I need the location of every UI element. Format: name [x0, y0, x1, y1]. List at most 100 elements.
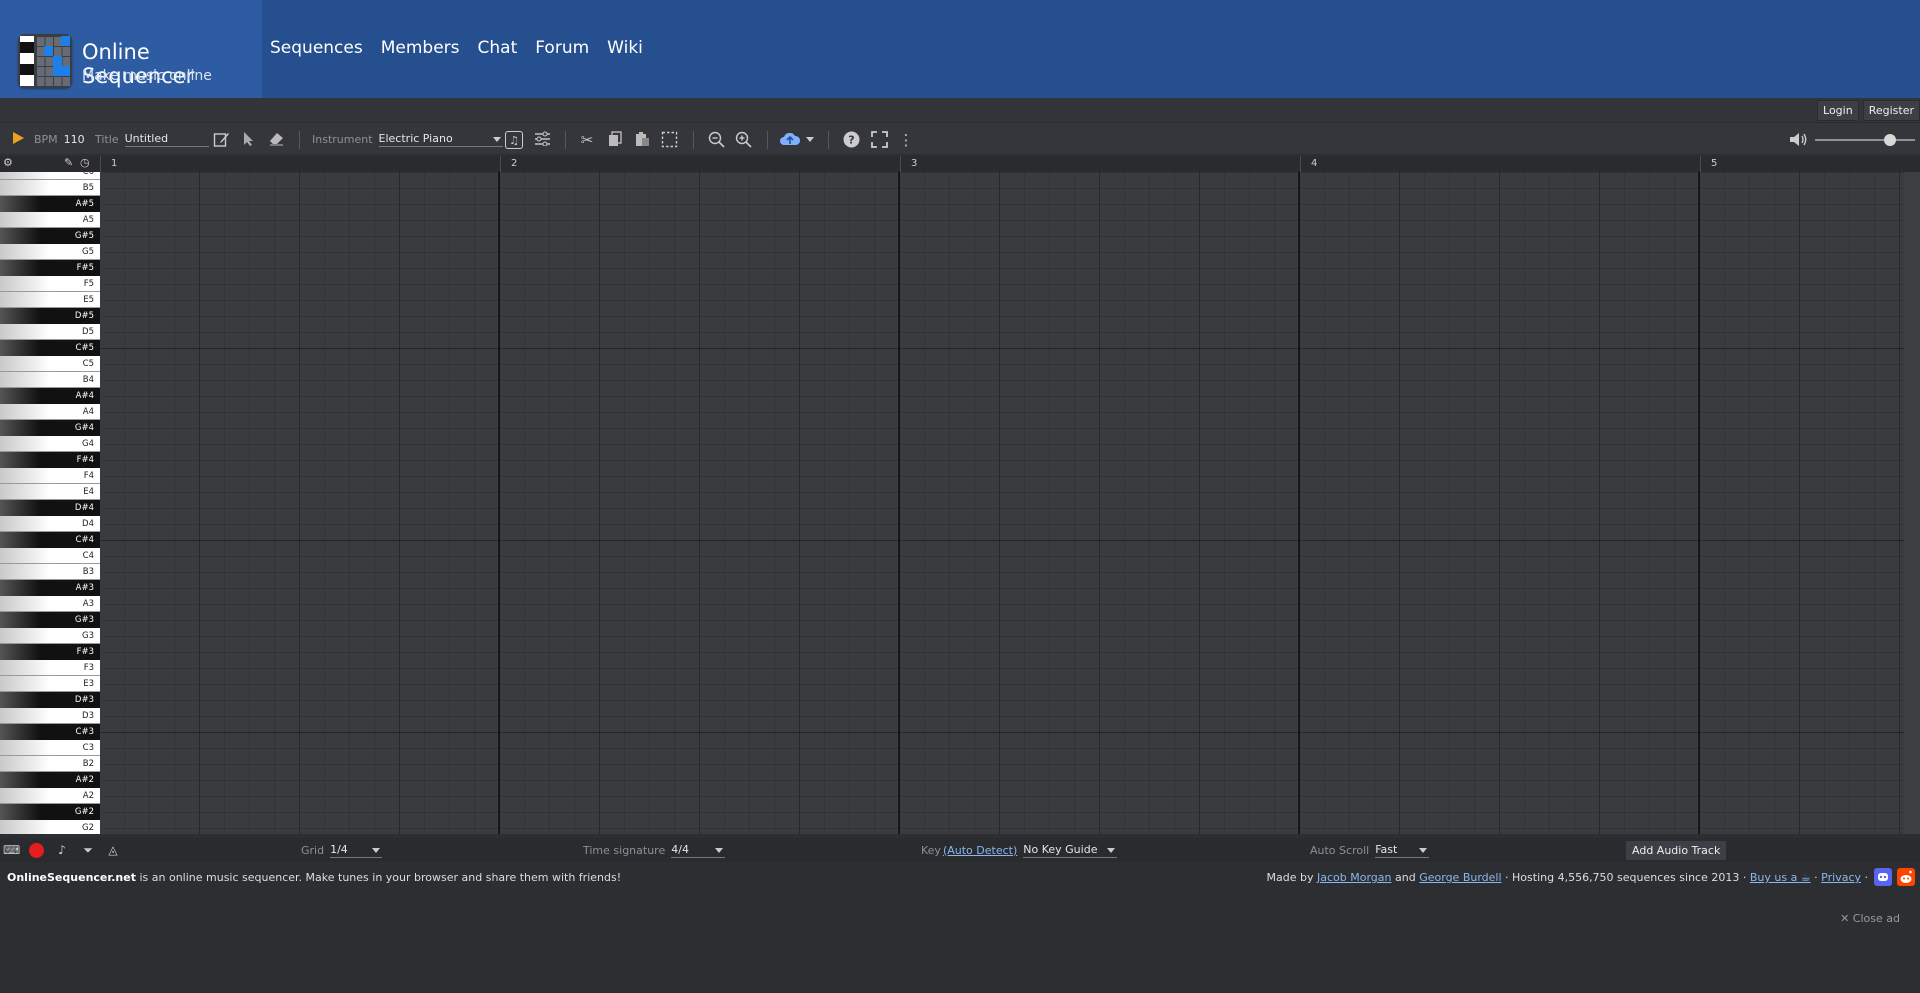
clock-icon[interactable]: ◷	[80, 156, 90, 169]
volume-slider[interactable]	[1815, 134, 1915, 146]
key-value[interactable]: No Key Guide	[1023, 843, 1118, 858]
piano-key[interactable]: G2	[0, 820, 100, 834]
nav-members[interactable]: Members	[381, 38, 460, 58]
piano-key[interactable]: C4	[0, 548, 100, 564]
author-link-george[interactable]: George Burdell	[1419, 871, 1501, 884]
grid-select[interactable]: Grid 1/4	[301, 838, 383, 862]
piano-key[interactable]: B2	[0, 756, 100, 772]
pointer-icon[interactable]	[239, 131, 257, 149]
auto-scroll-select[interactable]: Auto Scroll Fast	[1310, 838, 1430, 862]
piano-key[interactable]: A#2	[0, 772, 100, 788]
midi-icon[interactable]: ♪	[54, 842, 70, 858]
piano-key[interactable]: E5	[0, 292, 100, 308]
author-link-jacob[interactable]: Jacob Morgan	[1317, 871, 1392, 884]
piano-key[interactable]: D4	[0, 516, 100, 532]
reddit-icon[interactable]	[1897, 868, 1915, 886]
piano-key[interactable]: D#5	[0, 308, 100, 324]
piano-key[interactable]: B4	[0, 372, 100, 388]
piano-key[interactable]: C#5	[0, 340, 100, 356]
piano-key[interactable]: A#3	[0, 580, 100, 596]
register-button[interactable]: Register	[1862, 100, 1920, 121]
login-button[interactable]: Login	[1817, 100, 1859, 121]
play-icon[interactable]	[9, 131, 27, 149]
piano-key[interactable]: D#3	[0, 692, 100, 708]
paste-icon[interactable]	[633, 131, 651, 149]
volume-icon[interactable]	[1789, 131, 1807, 149]
zoom-out-icon[interactable]	[707, 131, 725, 149]
piano-key[interactable]: G#5	[0, 228, 100, 244]
piano-key[interactable]: C3	[0, 740, 100, 756]
chevron-down-icon[interactable]	[806, 137, 814, 142]
close-ad-button[interactable]: ✕ Close ad	[1840, 912, 1900, 925]
gear-icon[interactable]: ⚙	[3, 156, 13, 169]
piano-key[interactable]: F#3	[0, 644, 100, 660]
note-grid[interactable]	[100, 172, 1920, 834]
piano-key[interactable]: A4	[0, 404, 100, 420]
keyboard-icon[interactable]: ⌨	[3, 842, 20, 858]
nav-forum[interactable]: Forum	[535, 38, 589, 58]
nav-sequences[interactable]: Sequences	[270, 38, 363, 58]
chevron-down-icon[interactable]	[372, 847, 381, 853]
zoom-in-icon[interactable]	[734, 131, 752, 149]
help-icon[interactable]: ?	[842, 131, 860, 149]
piano-key[interactable]: A5	[0, 212, 100, 228]
piano-key[interactable]: F4	[0, 468, 100, 484]
instrument-settings-icon[interactable]: ♫	[505, 131, 523, 149]
piano-key[interactable]: G5	[0, 244, 100, 260]
piano-key[interactable]: C5	[0, 356, 100, 372]
copy-icon[interactable]	[606, 131, 624, 149]
piano-key[interactable]: G#2	[0, 804, 100, 820]
piano-key[interactable]: G#3	[0, 612, 100, 628]
add-audio-track-button[interactable]: Add Audio Track	[1626, 841, 1727, 860]
piano-key[interactable]: C#4	[0, 532, 100, 548]
auto-detect-link[interactable]: (Auto Detect)	[943, 844, 1017, 857]
fullscreen-icon[interactable]	[870, 131, 888, 149]
chevron-down-icon[interactable]	[715, 847, 724, 853]
more-icon[interactable]: ⋮	[897, 131, 915, 149]
piano-key[interactable]: D3	[0, 708, 100, 724]
piano-key[interactable]: G#4	[0, 420, 100, 436]
discord-icon[interactable]	[1874, 868, 1892, 886]
piano-key[interactable]: E3	[0, 676, 100, 692]
piano-key[interactable]: F3	[0, 660, 100, 676]
nav-chat[interactable]: Chat	[478, 38, 518, 58]
piano-key[interactable]: F#5	[0, 260, 100, 276]
cut-icon[interactable]: ✂	[578, 131, 596, 149]
nav-wiki[interactable]: Wiki	[607, 38, 643, 58]
chevron-down-icon[interactable]	[1107, 847, 1116, 853]
chevron-down-icon[interactable]	[492, 136, 501, 142]
edit-icon[interactable]	[212, 131, 230, 149]
vertical-scrollbar[interactable]	[1904, 172, 1920, 834]
privacy-link[interactable]: Privacy	[1821, 871, 1861, 884]
eraser-icon[interactable]	[267, 131, 285, 149]
piano-key[interactable]: C6	[0, 172, 100, 180]
piano-key[interactable]: B5	[0, 180, 100, 196]
title-input[interactable]: Untitled	[124, 132, 209, 147]
piano-key[interactable]: E4	[0, 484, 100, 500]
cloud-upload-icon[interactable]	[779, 131, 801, 149]
volume-slider-knob[interactable]	[1884, 134, 1896, 146]
piano-key[interactable]: A2	[0, 788, 100, 804]
piano-key[interactable]: C#3	[0, 724, 100, 740]
donate-link[interactable]: Buy us a ☕	[1750, 871, 1811, 884]
piano-key[interactable]: A3	[0, 596, 100, 612]
time-signature-select[interactable]: Time signature 4/4	[583, 838, 726, 862]
bpm-value[interactable]: 110	[64, 133, 85, 146]
key-select[interactable]: Key (Auto Detect) No Key Guide	[921, 838, 1118, 862]
instrument-select[interactable]: Instrument Electric Piano	[312, 123, 503, 155]
piano-key[interactable]: F#4	[0, 452, 100, 468]
chevron-down-icon[interactable]	[1419, 847, 1428, 853]
piano-key[interactable]: A#5	[0, 196, 100, 212]
instrument-value[interactable]: Electric Piano	[378, 132, 503, 147]
piano-key[interactable]: D#4	[0, 500, 100, 516]
piano-key[interactable]: G3	[0, 628, 100, 644]
pencil-icon[interactable]: ✎	[64, 156, 73, 169]
bpm-field[interactable]: BPM 110	[34, 123, 85, 155]
piano-key[interactable]: F5	[0, 276, 100, 292]
piano-key[interactable]: A#4	[0, 388, 100, 404]
metronome-icon[interactable]: ◬	[105, 842, 121, 858]
sliders-icon[interactable]	[533, 131, 551, 149]
title-field[interactable]: Title Untitled	[95, 123, 209, 155]
record-icon[interactable]	[29, 843, 45, 859]
select-box-icon[interactable]	[660, 131, 678, 149]
